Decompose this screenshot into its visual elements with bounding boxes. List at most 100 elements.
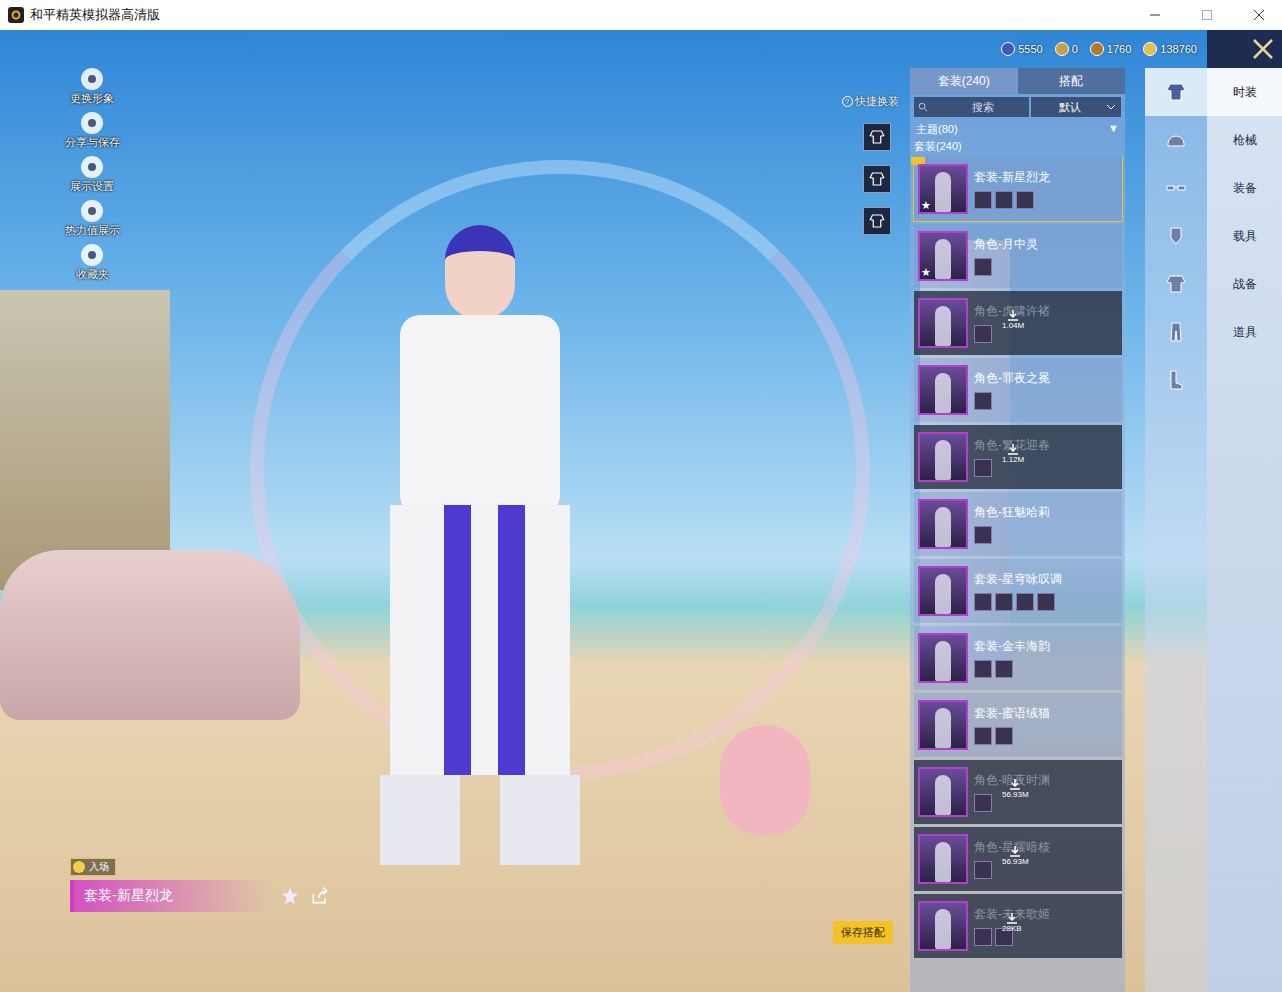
currency: 0 xyxy=(1055,42,1078,56)
category-icon-button[interactable] xyxy=(1145,68,1207,116)
category-icon-button[interactable] xyxy=(1145,308,1207,356)
close-button[interactable] xyxy=(1207,30,1282,68)
category-icon-button[interactable] xyxy=(1145,164,1207,212)
category-tab[interactable]: 枪械 xyxy=(1207,116,1282,164)
maximize-button[interactable] xyxy=(1184,0,1230,30)
download-icon xyxy=(1009,845,1021,857)
outfit-item[interactable]: 套装-蜜语绒猫 xyxy=(914,693,1122,757)
quick-change-title: ?快捷换装 xyxy=(842,94,899,109)
part-icon xyxy=(1037,593,1055,611)
car xyxy=(0,550,300,720)
character-figure xyxy=(350,225,610,875)
category-icon xyxy=(1164,80,1188,104)
entry-badge[interactable]: 入场 xyxy=(70,858,116,876)
minimize-icon xyxy=(1150,10,1160,20)
outfit-item[interactable]: 套装-未来歌姬28KB xyxy=(914,894,1122,958)
outfit-thumbnail xyxy=(918,365,968,415)
tab[interactable]: 套装(240) xyxy=(910,68,1018,94)
part-icon xyxy=(1016,593,1034,611)
maximize-icon xyxy=(1202,10,1212,20)
category-icon xyxy=(1164,224,1188,248)
category-tab[interactable]: 装备 xyxy=(1207,164,1282,212)
left-menu-item[interactable]: 收藏夹 xyxy=(62,244,122,282)
help-icon[interactable]: ? xyxy=(842,96,853,107)
category-tab[interactable]: 战备 xyxy=(1207,260,1282,308)
tab[interactable]: 搭配 xyxy=(1018,68,1126,94)
currency: 138760 xyxy=(1143,42,1197,56)
outfit-thumbnail xyxy=(918,298,968,348)
outfit-item[interactable]: 套装-金丰海韵 xyxy=(914,626,1122,690)
quick-slot[interactable] xyxy=(863,207,891,235)
outfit-list-panel: 套装(240)搭配搜索默认主题(80)▼套装(240)★套装-新星烈龙★角色-月… xyxy=(910,68,1125,992)
category-tab[interactable]: 时装 xyxy=(1207,68,1282,116)
category-icon-button[interactable] xyxy=(1145,212,1207,260)
category-icon-button[interactable] xyxy=(1145,116,1207,164)
left-menu-item[interactable]: 热力值展示 xyxy=(62,200,122,238)
left-menu-item[interactable]: 展示设置 xyxy=(62,156,122,194)
section-label: 套装(240) xyxy=(910,139,1125,157)
star-icon[interactable] xyxy=(280,886,300,906)
part-icon xyxy=(995,593,1013,611)
outfit-thumbnail xyxy=(918,633,968,683)
save-button[interactable]: 保存搭配 xyxy=(833,921,893,944)
download[interactable]: 56.93M xyxy=(1002,845,1029,866)
close-window-button[interactable] xyxy=(1236,0,1282,30)
left-area: 更换形象分享与保存展示设置热力值展示收藏夹入场套装-新星烈龙 xyxy=(0,30,830,992)
minimize-button[interactable] xyxy=(1132,0,1178,30)
quick-slot[interactable] xyxy=(863,123,891,151)
star-icon: ★ xyxy=(921,267,931,278)
part-icon xyxy=(974,593,992,611)
coin-icon xyxy=(1143,42,1157,56)
part-icon xyxy=(974,325,992,343)
outfit-item[interactable]: ★套装-新星烈龙 xyxy=(914,157,1122,221)
part-icon xyxy=(974,660,992,678)
outfit-item[interactable]: 角色-暗夜时渊56.93M xyxy=(914,760,1122,824)
download-icon xyxy=(1006,912,1018,924)
category-icon-button[interactable] xyxy=(1145,260,1207,308)
outfit-list: ★套装-新星烈龙★角色-月中灵角色-虎啸许褚1.04M角色-罪夜之冕角色-繁花迎… xyxy=(910,157,1125,958)
theme-filter[interactable]: 主题(80)▼ xyxy=(910,120,1125,139)
part-icon xyxy=(974,794,992,812)
currency-bar: 555001760138760 xyxy=(910,30,1207,68)
category-icon-button[interactable] xyxy=(1145,356,1207,404)
category-icon xyxy=(1164,128,1188,152)
coin-icon xyxy=(1001,42,1015,56)
outfit-item[interactable]: ★角色-月中灵 xyxy=(914,224,1122,288)
menu-icon xyxy=(81,200,103,222)
sort-dropdown[interactable]: 默认 xyxy=(1031,97,1121,117)
download-icon xyxy=(1007,443,1019,455)
category-tab[interactable]: 载具 xyxy=(1207,212,1282,260)
part-icon xyxy=(1016,191,1034,209)
outfit-icon xyxy=(868,170,886,188)
category-icon-column xyxy=(1145,68,1207,992)
category-tab[interactable]: 道具 xyxy=(1207,308,1282,356)
category-icon xyxy=(1164,320,1188,344)
chevron-down-icon xyxy=(1106,104,1116,110)
outfit-item[interactable]: 角色-狂魅哈莉 xyxy=(914,492,1122,556)
outfit-item[interactable]: 角色-虎啸许褚1.04M xyxy=(914,291,1122,355)
part-icon xyxy=(974,861,992,879)
share-icon[interactable] xyxy=(310,886,330,906)
outfit-name: 套装-新星烈龙 xyxy=(70,880,270,912)
part-icon xyxy=(974,392,992,410)
outfit-item[interactable]: 角色-星耀暗核56.93M xyxy=(914,827,1122,891)
currency: 5550 xyxy=(1001,42,1042,56)
outfit-item[interactable]: 套装-星穹咏叹调 xyxy=(914,559,1122,623)
outfit-item[interactable]: 角色-罪夜之冕 xyxy=(914,358,1122,422)
left-menu-item[interactable]: 分享与保存 xyxy=(62,112,122,150)
search-field[interactable]: 搜索 xyxy=(914,97,1029,117)
quick-change: ?快捷换装保存搭配 xyxy=(830,30,910,992)
part-icon xyxy=(974,526,992,544)
left-menu-item[interactable]: 更换形象 xyxy=(62,68,122,106)
menu-icon xyxy=(81,244,103,266)
download[interactable]: 28KB xyxy=(1002,912,1022,933)
coin-icon xyxy=(1055,42,1069,56)
ship-building xyxy=(0,290,170,590)
download[interactable]: 1.04M xyxy=(1002,309,1024,330)
download[interactable]: 1.12M xyxy=(1002,443,1024,464)
download[interactable]: 56.93M xyxy=(1002,778,1029,799)
outfit-item[interactable]: 角色-繁花迎春1.12M xyxy=(914,425,1122,489)
part-icon xyxy=(974,727,992,745)
category-label-column: 时装枪械装备载具战备道具 xyxy=(1207,30,1282,992)
quick-slot[interactable] xyxy=(863,165,891,193)
